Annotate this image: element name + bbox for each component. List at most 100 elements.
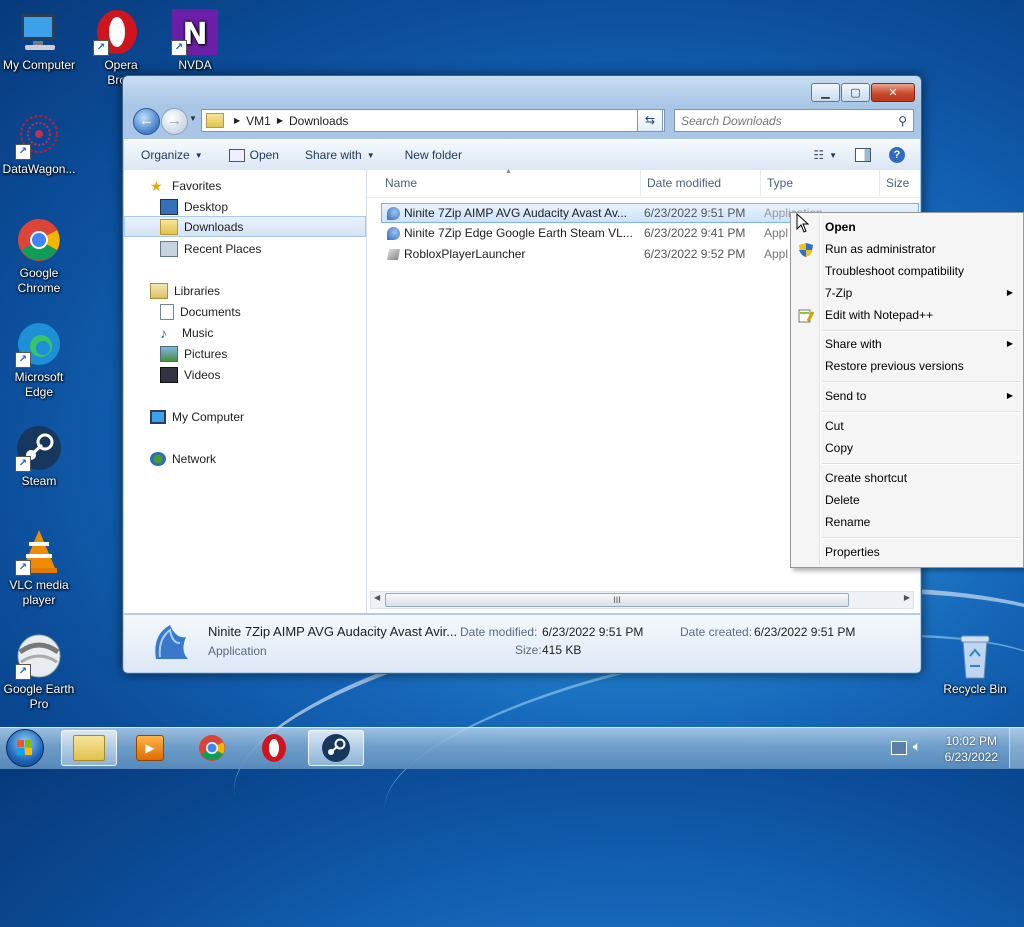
taskbar-explorer[interactable]	[61, 730, 117, 766]
column-size[interactable]: Size	[880, 170, 921, 196]
taskbar-media-player[interactable]: ▶	[122, 730, 178, 766]
nav-desktop[interactable]: Desktop	[124, 196, 366, 217]
column-date-modified[interactable]: Date modified	[641, 170, 761, 196]
taskbar-steam[interactable]	[308, 730, 364, 766]
taskbar-opera[interactable]	[246, 730, 302, 766]
minimize-button[interactable]: ▁	[811, 83, 840, 102]
network-tray-icon[interactable]	[891, 741, 907, 755]
start-button[interactable]	[6, 729, 44, 767]
scroll-left-icon[interactable]: ◀	[374, 593, 380, 602]
menu-item-delete[interactable]: Delete	[793, 489, 1021, 511]
desktop-icon-label: Steam	[21, 474, 57, 488]
desktop-icon-steam[interactable]: ↗ Steam	[0, 424, 79, 489]
menu-separator	[822, 381, 1020, 383]
desktop-icon-vlc[interactable]: ↗ VLC media player	[0, 528, 79, 608]
nav-label: Music	[182, 325, 214, 340]
chevron-down-icon: ▼	[829, 150, 837, 160]
show-desktop-button[interactable]	[1009, 728, 1024, 768]
forward-arrow-icon: →	[167, 112, 182, 129]
file-name: Ninite 7Zip Edge Google Earth Steam VL..…	[404, 226, 633, 240]
refresh-button[interactable]: ⇆	[637, 109, 663, 132]
nav-pictures[interactable]: Pictures	[124, 343, 366, 364]
file-date: 6/23/2022 9:51 PM	[644, 206, 746, 220]
nav-my-computer[interactable]: My Computer	[124, 406, 366, 427]
breadcrumb-vm1[interactable]: VM1	[246, 114, 271, 128]
menu-item-run-as-administrator[interactable]: Run as administrator	[793, 238, 1021, 260]
preview-pane-button[interactable]	[846, 144, 880, 166]
column-type[interactable]: Type	[761, 170, 880, 196]
details-file-type: Application	[208, 644, 267, 658]
menu-item-edit-with-notepad[interactable]: Edit with Notepad++	[793, 304, 1021, 326]
taskbar-chrome[interactable]	[184, 730, 240, 766]
share-with-button[interactable]: Share with ▼	[296, 144, 384, 166]
desktop-icon-google-earth[interactable]: ↗ Google Earth Pro	[0, 632, 79, 712]
menu-separator	[822, 537, 1020, 539]
nav-label: Network	[172, 451, 217, 466]
nav-documents[interactable]: Documents	[124, 301, 366, 322]
breadcrumb-separator-icon: ▶	[234, 116, 241, 125]
open-button[interactable]: Open	[220, 144, 288, 166]
change-view-button[interactable]: ☷ ▼	[804, 144, 846, 166]
nav-music[interactable]: ♪ Music	[124, 322, 366, 343]
close-button[interactable]: ✕	[871, 83, 915, 102]
nav-recent-places[interactable]: Recent Places	[124, 238, 366, 259]
nav-favorites[interactable]: ★ Favorites	[124, 175, 366, 196]
menu-item-7zip[interactable]: 7-Zip ▶	[793, 282, 1021, 304]
navigation-row: ← → ▼ ▶ VM1 ▶ Downloads ▼ ⇆ ⚲	[131, 106, 914, 135]
menu-item-properties[interactable]: Properties	[793, 541, 1021, 563]
back-button[interactable]: ←	[133, 108, 160, 135]
desktop-icon-recycle-bin[interactable]: Recycle Bin	[935, 632, 1015, 697]
new-folder-label: New folder	[404, 148, 462, 162]
new-folder-button[interactable]: New folder	[396, 144, 471, 166]
desktop-icon-nvda[interactable]: N ↗ NVDA	[155, 8, 235, 73]
menu-item-open[interactable]: Open	[793, 216, 1021, 238]
menu-item-label: 7-Zip	[825, 286, 853, 300]
menu-item-copy[interactable]: Copy	[793, 437, 1021, 459]
breadcrumb-downloads[interactable]: Downloads	[289, 114, 348, 128]
nvda-icon: N ↗	[171, 8, 219, 56]
menu-item-share-with[interactable]: Share with ▶	[793, 333, 1021, 355]
menu-item-create-shortcut[interactable]: Create shortcut	[793, 467, 1021, 489]
desktop-icon-datawagon[interactable]: ↗ DataWagon...	[0, 112, 79, 177]
search-icon[interactable]: ⚲	[898, 114, 907, 128]
desktop-icon-edge[interactable]: ↗ Microsoft Edge	[0, 320, 79, 400]
nav-downloads[interactable]: Downloads	[124, 216, 366, 237]
nav-network[interactable]: Network	[124, 448, 366, 469]
navigation-pane[interactable]: ★ Favorites Desktop Downloads Recent Plac…	[124, 170, 367, 613]
desktop-icon-chrome[interactable]: Google Chrome	[0, 216, 79, 296]
scroll-right-icon[interactable]: ▶	[904, 593, 910, 602]
computer-icon	[15, 8, 63, 56]
help-button[interactable]: ?	[880, 144, 914, 166]
libraries-icon	[150, 282, 168, 299]
nav-label: Favorites	[172, 178, 222, 193]
menu-item-rename[interactable]: Rename	[793, 511, 1021, 533]
vlc-icon: ↗	[15, 528, 63, 576]
recent-pages-dropdown[interactable]: ▼	[189, 114, 197, 123]
computer-icon	[150, 409, 166, 424]
explorer-folder-icon	[73, 735, 105, 761]
menu-item-troubleshoot-compatibility[interactable]: Troubleshoot compatibility	[793, 260, 1021, 282]
submenu-arrow-icon: ▶	[1006, 339, 1013, 348]
scrollbar-thumb[interactable]: III	[385, 593, 849, 607]
volume-tray-icon[interactable]: 🔈︎	[913, 738, 921, 755]
nav-videos[interactable]: Videos	[124, 364, 366, 385]
horizontal-scrollbar[interactable]: ◀ III ▶	[370, 591, 914, 609]
organize-button[interactable]: Organize ▼	[132, 144, 212, 166]
menu-item-send-to[interactable]: Send to ▶	[793, 385, 1021, 407]
search-box[interactable]: ⚲	[674, 109, 914, 132]
address-bar[interactable]: ▶ VM1 ▶ Downloads ▼	[201, 109, 665, 132]
search-input[interactable]	[675, 112, 899, 129]
size-label: Size:	[515, 643, 542, 657]
desktop-icon-label: Microsoft Edge	[14, 370, 64, 399]
forward-button[interactable]: →	[161, 108, 188, 135]
system-clock[interactable]: 10:02 PM 6/23/2022	[945, 733, 998, 765]
menu-item-label: Send to	[825, 389, 867, 403]
menu-item-cut[interactable]: Cut	[793, 415, 1021, 437]
nav-libraries[interactable]: Libraries	[124, 280, 366, 301]
desktop-icon-my-computer[interactable]: My Computer	[0, 8, 79, 73]
menu-item-restore-previous-versions[interactable]: Restore previous versions	[793, 355, 1021, 377]
column-name[interactable]: Name	[379, 170, 641, 196]
context-menu[interactable]: Open Run as administrator Troubleshoot c…	[790, 212, 1024, 568]
maximize-button[interactable]: ▢	[841, 83, 870, 102]
documents-icon	[160, 303, 174, 320]
